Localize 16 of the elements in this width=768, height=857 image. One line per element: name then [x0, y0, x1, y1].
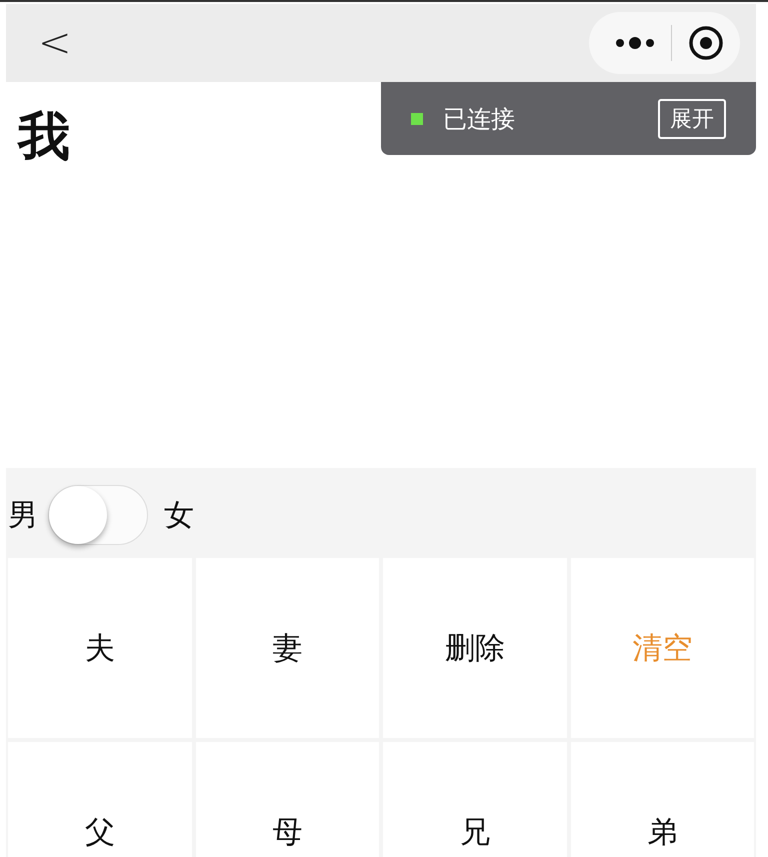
keypad-key[interactable]: 父 [8, 742, 192, 857]
close-icon[interactable] [688, 25, 724, 61]
keypad-key[interactable]: 弟 [570, 742, 754, 857]
switch-label: 男 [8, 496, 38, 534]
expand-button[interactable]: 展开 [658, 98, 726, 138]
keypad-key[interactable]: 夫 [8, 558, 192, 738]
more-icon[interactable] [615, 36, 655, 50]
page-title: 我 [18, 106, 70, 169]
keypad-key[interactable]: 兄 [383, 742, 566, 857]
keypad-key[interactable]: 删除 [383, 558, 566, 738]
gender-switch[interactable] [48, 485, 148, 545]
keypad-key[interactable]: 母 [196, 742, 379, 857]
switch-label: 女 [164, 496, 194, 534]
keypad-key[interactable]: 妻 [196, 558, 379, 738]
back-button[interactable]: < [30, 20, 80, 66]
status-text: 已连接 [443, 104, 516, 134]
